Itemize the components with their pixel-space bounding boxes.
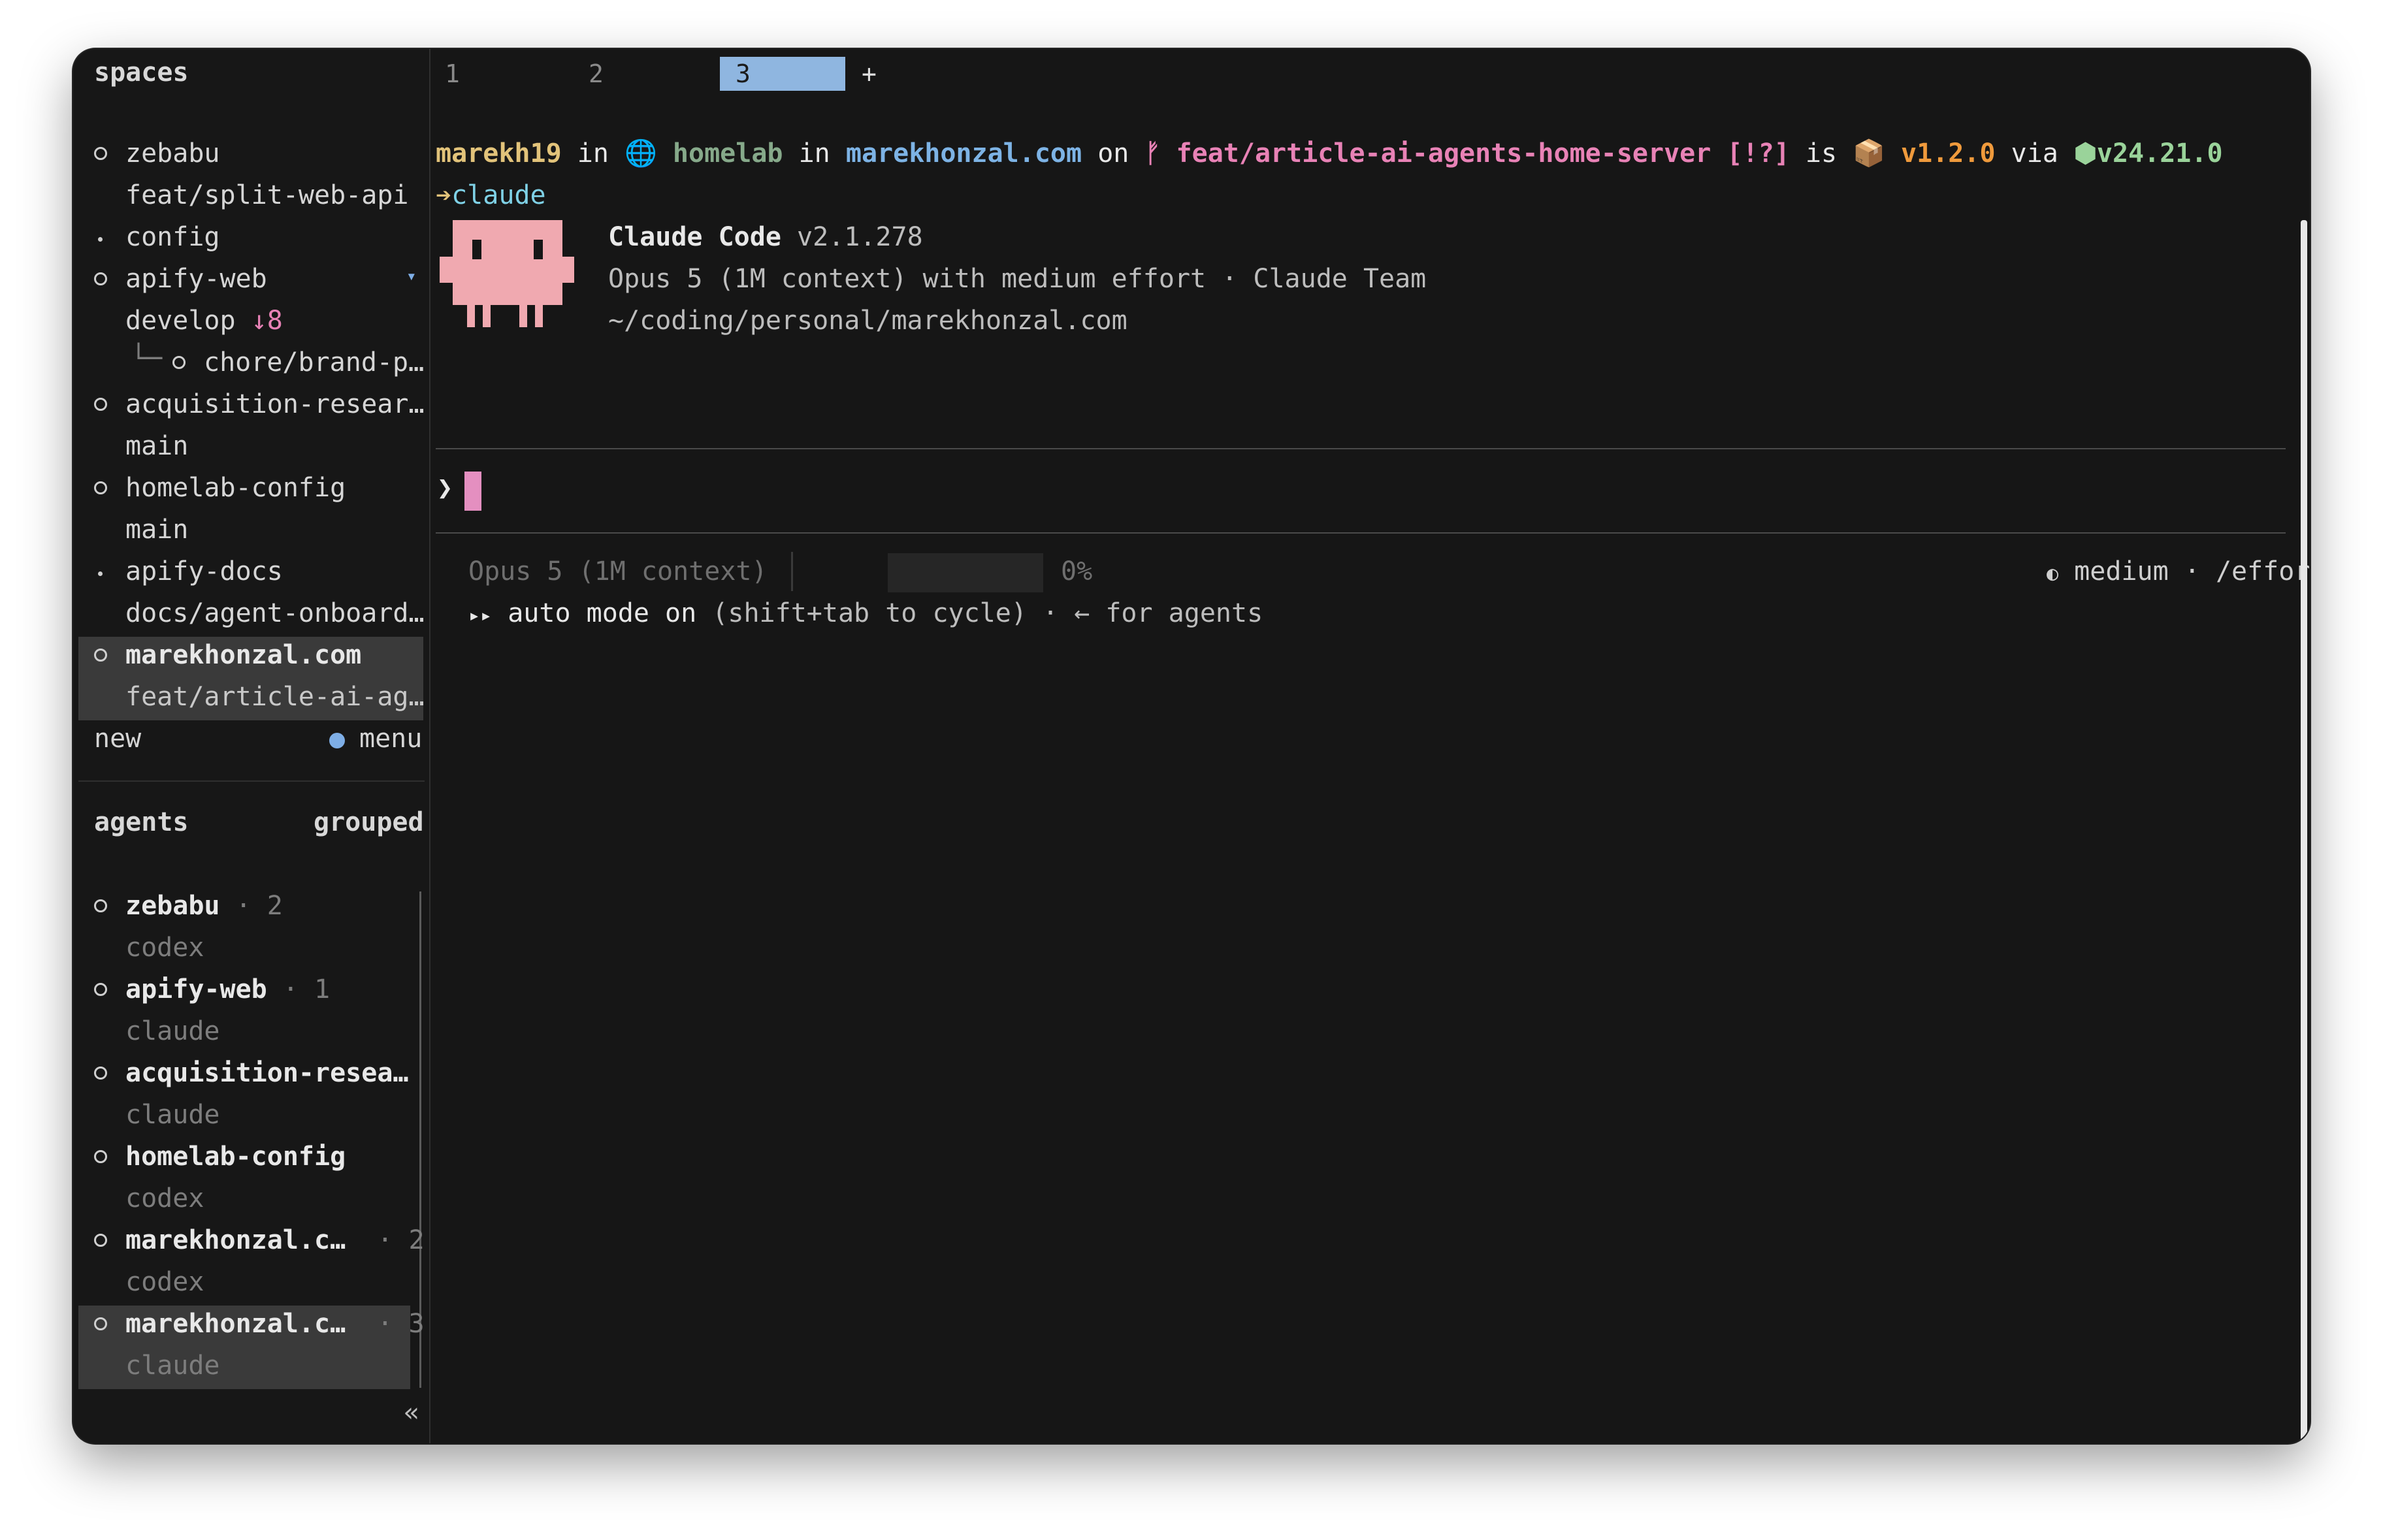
claude-title-line: Claude Code v2.1.278	[608, 221, 923, 253]
space-branch: feat/split-web-api	[125, 180, 409, 210]
git-branch-icon: ᚠ	[1144, 138, 1161, 168]
command-line: ➔claude	[436, 180, 546, 211]
prompt-dir: marekhonzal.com	[845, 138, 1082, 168]
space-status-icon	[94, 481, 107, 494]
space-item-homelab-config[interactable]: homelab-config	[125, 472, 346, 504]
space-branch: docs/agent-onboard…	[125, 598, 425, 628]
space-status-icon	[172, 356, 186, 369]
auto-mode-line: ▸▸ auto mode on (shift+tab to cycle) · ←…	[468, 598, 1263, 632]
input-bottom-border	[436, 532, 2286, 534]
agents-header: agents	[94, 807, 189, 837]
expand-caret-icon[interactable]: ▾	[406, 261, 417, 292]
tab-1[interactable]: 1	[445, 57, 460, 91]
arrow-icon: ➔	[436, 180, 452, 210]
space-item-config[interactable]: config	[125, 221, 220, 253]
terminal-window: spaces zebabu feat/split-web-api config …	[73, 49, 2310, 1443]
space-status-icon	[94, 272, 107, 285]
agent-item-marekhonzal-claude[interactable]: marekhonzal.c… · 3	[125, 1308, 425, 1339]
sidebar: spaces zebabu feat/split-web-api config …	[73, 49, 430, 1443]
grouped-toggle[interactable]: grouped	[314, 807, 424, 838]
sidebar-divider	[78, 780, 425, 782]
ahead-badge: ↓8	[251, 306, 283, 336]
claude-path: ~/coding/personal/marekhonzal.com	[608, 306, 1127, 336]
space-dot-icon	[98, 571, 103, 576]
space-status-icon	[94, 649, 107, 662]
context-percent: 0%	[1061, 556, 1093, 586]
claude-version: v2.1.278	[797, 222, 923, 252]
new-tab-button[interactable]: +	[862, 57, 877, 91]
auto-mode-hint: (shift+tab to cycle) · ← for agents	[712, 598, 1263, 628]
claude-mascot-icon	[440, 220, 574, 327]
space-status-icon	[94, 147, 107, 160]
agent-status-icon	[94, 1317, 107, 1330]
collapse-sidebar-button[interactable]: «	[404, 1397, 419, 1428]
agent-item-acquisition[interactable]: acquisition-resea…	[125, 1057, 408, 1089]
agent-tool: claude	[125, 1016, 220, 1046]
tab-3[interactable]: 3	[720, 57, 845, 91]
prompt-user: marekh19	[436, 138, 562, 168]
context-meter	[888, 553, 1043, 592]
agent-status-icon	[94, 1150, 107, 1163]
agent-item-apify-web[interactable]: apify-web · 1	[125, 974, 330, 1005]
tree-connector: └─	[131, 344, 163, 374]
space-branch: main	[125, 431, 189, 461]
agent-item-homelab-config[interactable]: homelab-config	[125, 1141, 346, 1172]
effort-indicator[interactable]: ◐ medium · /effort	[2047, 556, 2310, 590]
space-branch: feat/article-ai-ag…	[125, 682, 425, 712]
agent-status-icon	[94, 983, 107, 996]
prompt-branch: feat/article-ai-agents-home-server	[1176, 138, 1711, 168]
prompt-git-status: [!?]	[1726, 138, 1790, 168]
agent-tool: claude	[125, 1351, 220, 1381]
space-item-acquisition[interactable]: acquisition-resear…	[125, 389, 425, 420]
agent-tool: claude	[125, 1100, 220, 1130]
agent-status-icon	[94, 1234, 107, 1247]
claude-model-line: Opus 5 (1M context) with medium effort ·…	[608, 264, 1427, 294]
node-icon: ⬢	[2073, 138, 2097, 168]
space-item-zebabu[interactable]: zebabu	[125, 138, 220, 169]
package-icon: 📦	[1853, 138, 1885, 168]
tab-2[interactable]: 2	[589, 57, 604, 91]
fast-forward-icon: ▸▸	[468, 604, 493, 627]
agent-tool: codex	[125, 933, 204, 963]
agent-status-icon	[94, 1067, 107, 1080]
menu-button[interactable]: menu	[359, 723, 422, 754]
menu-dot-icon	[329, 733, 345, 748]
space-item-apify-web[interactable]: apify-web	[125, 263, 267, 295]
half-circle-icon: ◐	[2047, 562, 2059, 585]
space-branch: main	[125, 515, 189, 545]
new-space-button[interactable]: new	[94, 723, 141, 754]
space-branch: develop ↓8	[125, 306, 283, 336]
space-item-apify-docs[interactable]: apify-docs	[125, 556, 283, 587]
claude-title: Claude Code	[608, 222, 781, 252]
input-top-border	[436, 448, 2286, 449]
agent-item-zebabu[interactable]: zebabu · 2	[125, 890, 283, 922]
prompt-host: homelab	[672, 138, 783, 168]
prompt-node-version: v24.21.0	[2096, 138, 2223, 168]
globe-icon: 🌐	[624, 138, 657, 168]
status-separator	[791, 552, 793, 591]
space-item-marekhonzal[interactable]: marekhonzal.com	[125, 639, 361, 671]
text-cursor[interactable]	[464, 472, 481, 511]
auto-mode-label: auto mode on	[508, 598, 697, 628]
main-scrollbar[interactable]	[2301, 220, 2307, 1443]
space-dot-icon	[98, 237, 103, 242]
agent-tool: codex	[125, 1267, 204, 1297]
status-model: Opus 5 (1M context)	[468, 556, 768, 586]
spaces-header: spaces	[94, 57, 189, 88]
main-pane: 1 2 3 + marekh19 in 🌐 homelab in marekho…	[430, 49, 2310, 1443]
agent-status-icon	[94, 899, 107, 912]
agent-item-marekhonzal-codex[interactable]: marekhonzal.c… · 2	[125, 1225, 425, 1256]
input-prompt-icon: ❯	[437, 473, 453, 503]
space-child-item[interactable]: chore/brand-p…	[204, 347, 424, 378]
command-text: claude	[451, 180, 546, 210]
agent-tool: codex	[125, 1183, 204, 1213]
space-status-icon	[94, 398, 107, 411]
prompt-pkg-version: v1.2.0	[1901, 138, 1996, 168]
shell-prompt-line: marekh19 in 🌐 homelab in marekhonzal.com…	[436, 138, 2223, 168]
